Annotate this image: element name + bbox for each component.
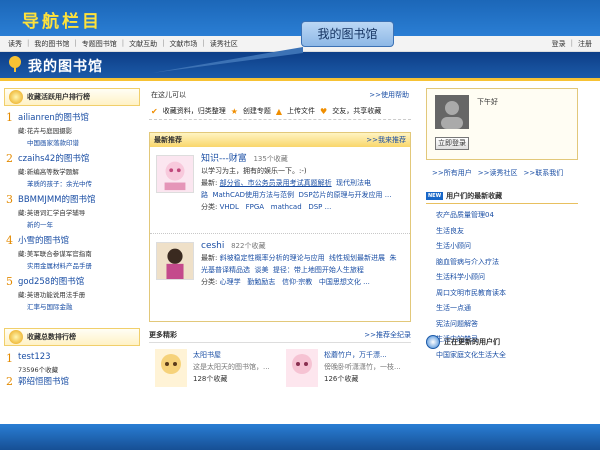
quick-links: >>所有用户 >>读秀社区 >>联系我们 (426, 168, 578, 178)
featured-library: 松蘑竹户，万千漂... 傍晚卧听潇潇竹，一枝... 126个收藏 (280, 349, 411, 389)
user-library-link[interactable]: czaihs42的图书馆 (18, 152, 140, 164)
collect-icon: ✔ (151, 106, 158, 116)
library-motto: 以学习为主，拥有的娱乐一下。:-) (201, 167, 307, 175)
tools-label: 在这儿可以 (151, 91, 186, 99)
list-item: 3 BBMMJMM的图书馆 藏:英语词汇学自学辅导 新的一年 (4, 193, 140, 229)
header-divider (0, 78, 600, 81)
list-item: 1 test123 73596个收藏 (4, 352, 140, 374)
list-item: 4 小雪的图书馆 藏:美军联合参谋军官指南 实用金属材料产品手册 (4, 234, 140, 270)
user-library-link[interactable]: test123 (18, 352, 140, 362)
main-column: 在这儿可以 >>使用帮助 ✔ 收藏资料，归类整理 ★ 创建专题 ▲ 上传文件 ♥ 交友，… (149, 88, 411, 322)
list-item[interactable]: 生活良友 (436, 224, 578, 240)
slide-top-frame: 导航栏目 (0, 0, 600, 36)
callout-label: 我的图书馆 (301, 21, 394, 47)
list-item[interactable]: 宪法问题解答 (436, 317, 578, 333)
clock-icon (426, 335, 440, 349)
action-create-topic[interactable]: 创建专题 (243, 106, 271, 116)
community-link[interactable]: >>读秀社区 (478, 168, 518, 178)
nav-link-my-library[interactable]: 我的图书馆 (34, 39, 69, 49)
more-heading: 更多精彩 >>推荐全纪录 (149, 330, 411, 343)
default-avatar-icon (435, 95, 469, 129)
header-title: 我的图书馆 (28, 59, 103, 75)
all-users-link[interactable]: >>所有用户 (432, 168, 472, 178)
library-title-link[interactable]: 知识---财富 (201, 154, 247, 164)
nav-link-duxiu[interactable]: 读秀 (8, 39, 22, 49)
action-collect[interactable]: 收藏资料，归类整理 (163, 106, 226, 116)
right-column: 下午好 立即登录 >>所有用户 >>读秀社区 >>联系我们 NEW 用户们的最新… (426, 88, 578, 363)
key-icon (9, 90, 23, 104)
total-users-heading: 收藏总数排行榜 (4, 328, 140, 346)
login-button[interactable]: 立即登录 (435, 137, 469, 150)
user-library-link[interactable]: 郭绍恒图书馆 (18, 375, 140, 387)
user-library-link[interactable]: ailianren的图书馆 (18, 111, 140, 123)
list-item[interactable]: 脑血管病与介入疗法 (436, 255, 578, 271)
recommend-box: 最新推荐 >>我来推荐 知识---财富 135个收藏 以学习为主，拥有的娱乐一下… (149, 132, 411, 322)
action-upload[interactable]: 上传文件 (287, 106, 315, 116)
tree-logo-icon (9, 56, 21, 72)
user-library-link[interactable]: god258的图书馆 (18, 275, 140, 287)
library-avatar[interactable] (156, 155, 194, 193)
list-item: 2 czaihs42的图书馆 藏:新编高等数学题解 苯质的孩子：余光中传 (4, 152, 140, 188)
list-item[interactable]: 生活小顾问 (436, 239, 578, 255)
all-recommend-link[interactable]: >>推荐全纪录 (364, 330, 411, 340)
recommend-item: ceshi 822个收藏 最新: 斜坡稳定性概率分析的理论与应用 线性规划最新进… (150, 234, 410, 321)
library-title-link[interactable]: ceshi (201, 241, 224, 251)
list-item[interactable]: 生活科学小顾问 (436, 270, 578, 286)
total-users-panel: 收藏总数排行榜 1 test123 73596个收藏 2 郭绍恒图书馆 (4, 328, 140, 388)
featured-title-link[interactable]: 太阳书屋 (193, 349, 270, 361)
account-links: 登录 | 注册 (551, 39, 592, 49)
contact-link[interactable]: >>联系我们 (523, 168, 563, 178)
new-collections-heading: NEW 用户们的最新收藏 (426, 188, 578, 204)
nav-link-topic-library[interactable]: 专题图书馆 (82, 39, 117, 49)
slide-bottom-frame (0, 424, 600, 450)
share-icon: ♥ (320, 106, 328, 116)
updating-users-heading: 正在更新的用户们 (426, 335, 500, 349)
library-avatar[interactable] (286, 349, 318, 387)
featured-title-link[interactable]: 松蘑竹户，万千漂... (324, 349, 401, 361)
recommend-item: 知识---财富 135个收藏 以学习为主，拥有的娱乐一下。:-) 最新: 部分省… (150, 147, 410, 234)
login-box: 下午好 立即登录 (426, 88, 578, 160)
list-item: 5 god258的图书馆 藏:英语功能说用法手册 汇率与国际金融 (4, 275, 140, 311)
more-section: 更多精彩 >>推荐全纪录 太阳书屋 这是太阳天的图书馆，... 128个收藏 松… (149, 330, 411, 389)
action-share[interactable]: 交友，共享收藏 (332, 106, 381, 116)
list-item: 1 ailianren的图书馆 藏:花卉与庭园摄影 中国画家落款印谱 (4, 111, 140, 147)
list-item[interactable]: 农产品质量管理04 (436, 208, 578, 224)
tools-box: 在这儿可以 >>使用帮助 ✔ 收藏资料，归类整理 ★ 创建专题 ▲ 上传文件 ♥ 交友，… (149, 88, 411, 120)
user-library-link[interactable]: BBMMJMM的图书馆 (18, 193, 140, 205)
recommend-heading: 最新推荐 >>我来推荐 (150, 133, 410, 147)
library-avatar[interactable] (156, 242, 194, 280)
callout-pointer (152, 47, 303, 73)
list-item: 2 郭绍恒图书馆 (4, 375, 140, 388)
library-avatar[interactable] (155, 349, 187, 387)
register-link[interactable]: 注册 (578, 39, 592, 49)
recommend-link[interactable]: >>我来推荐 (366, 135, 406, 145)
user-library-link[interactable]: 小雪的图书馆 (18, 234, 140, 246)
help-link[interactable]: >>使用帮助 (369, 90, 409, 100)
banner-title: 导航栏目 (22, 12, 102, 32)
active-users-panel: 收藏活跃用户排行榜 1 ailianren的图书馆 藏:花卉与庭园摄影 中国画家… (4, 88, 140, 311)
list-item[interactable]: 中国家庭文化生活大全 (436, 348, 578, 364)
upload-icon: ▲ (275, 106, 283, 116)
featured-library: 太阳书屋 这是太阳天的图书馆，... 128个收藏 (149, 349, 280, 389)
list-item[interactable]: 生活一点通 (436, 301, 578, 317)
topic-icon: ★ (230, 106, 238, 116)
login-link[interactable]: 登录 (552, 39, 566, 49)
house-icon (9, 330, 23, 344)
new-badge: NEW (426, 191, 444, 200)
greeting: 下午好 (477, 98, 498, 106)
list-item[interactable]: 周口文明市民教育读本 (436, 286, 578, 302)
active-users-heading: 收藏活跃用户排行榜 (4, 88, 140, 106)
